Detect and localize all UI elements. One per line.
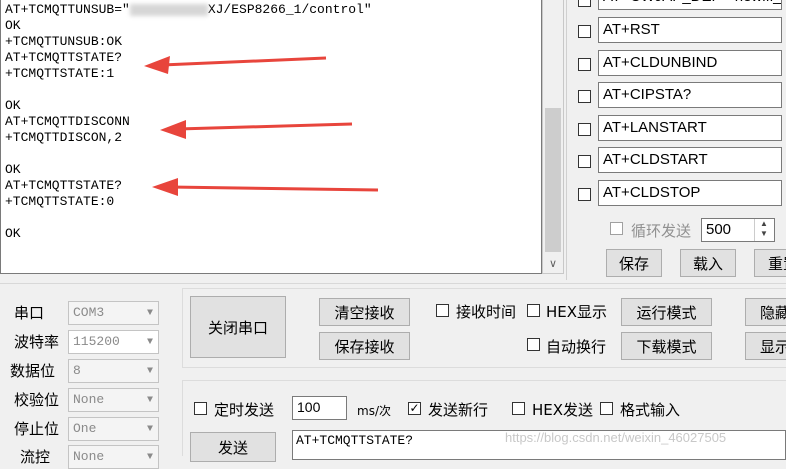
red-arrow-annotation xyxy=(160,120,353,139)
scrollbar-thumb[interactable] xyxy=(545,108,561,252)
receive-line: OK xyxy=(5,98,21,113)
receive-line: +TCMQTTDISCON,2 xyxy=(5,130,123,145)
command-input[interactable]: AT+CLDUNBIND xyxy=(598,50,782,76)
loop-send-label: 循环发送 xyxy=(631,222,692,240)
save-commands-button[interactable]: 保存 xyxy=(606,249,662,277)
auto-wrap-checkbox[interactable] xyxy=(527,338,540,351)
clear-receive-button[interactable]: 清空接收 xyxy=(319,298,410,326)
command-input[interactable]: AT+CLDSTOP xyxy=(598,180,782,206)
databits-select[interactable]: 8 ▼ xyxy=(68,359,159,383)
receive-time-checkbox[interactable] xyxy=(436,304,449,317)
format-input-label: 格式输入 xyxy=(620,401,681,419)
command-checkbox[interactable] xyxy=(578,90,591,103)
reset-commands-button[interactable]: 重置 xyxy=(754,249,786,277)
baud-select[interactable]: 115200 ▼ xyxy=(68,330,159,354)
hide-button[interactable]: 隐藏 xyxy=(745,298,786,326)
command-checkbox[interactable] xyxy=(578,58,591,71)
red-arrow-annotation xyxy=(152,178,379,196)
hex-send-checkbox[interactable] xyxy=(512,402,525,415)
flowcontrol-select[interactable]: None ▼ xyxy=(68,445,159,469)
scroll-down-icon[interactable]: ∨ xyxy=(542,252,564,274)
chevron-down-icon: ▼ xyxy=(146,424,153,435)
receive-line: AT+TCMQTTSTATE? xyxy=(5,178,123,193)
command-input[interactable]: AT+LANSTART xyxy=(598,115,782,141)
receive-line: AT+TCMQTTUNSUB=" XJ/ESP8266_1/control" xyxy=(5,2,372,17)
watermark: https://blog.csdn.net/weixin_46027505 xyxy=(505,430,727,445)
period-unit-label: ms/次 xyxy=(357,404,391,418)
command-input[interactable]: AT+CLDSTART xyxy=(598,147,782,173)
databits-label: 数据位 xyxy=(10,362,56,380)
red-arrow-annotation xyxy=(144,56,327,74)
receive-line: AT+TCMQTTDISCONN xyxy=(5,114,130,129)
port-select[interactable]: COM3 ▼ xyxy=(68,301,159,325)
port-label: 串口 xyxy=(14,304,45,322)
send-newline-checkbox[interactable]: ✓ xyxy=(408,402,421,415)
receive-line: OK xyxy=(5,162,21,177)
receive-time-label: 接收时间 xyxy=(456,303,517,321)
hex-display-label: HEX显示 xyxy=(546,303,608,321)
timed-send-label: 定时发送 xyxy=(214,401,275,419)
send-period-input[interactable]: 100 xyxy=(292,396,347,420)
chevron-down-icon: ▼ xyxy=(146,366,153,377)
chevron-down-icon: ▼ xyxy=(146,452,153,463)
command-checkbox[interactable] xyxy=(578,155,591,168)
hex-display-checkbox[interactable] xyxy=(527,304,540,317)
redacted-region xyxy=(129,3,208,16)
close-port-button[interactable]: 关闭串口 xyxy=(190,296,286,358)
parity-select[interactable]: None ▼ xyxy=(68,388,159,412)
download-mode-button[interactable]: 下载模式 xyxy=(621,332,712,360)
receive-line: +TCMQTTSTATE:0 xyxy=(5,194,115,209)
command-input[interactable]: AT+CWJAP_DEF="newifi_ xyxy=(598,0,782,10)
panel-divider xyxy=(566,0,567,280)
hex-send-label: HEX发送 xyxy=(532,401,594,419)
command-checkbox[interactable] xyxy=(578,0,591,7)
receive-line: +TCMQTTSTATE:1 xyxy=(5,66,115,81)
command-list: AT+CWJAP_DEF="newifi_ AT+RST AT+CLDUNBIN… xyxy=(570,0,786,210)
receive-line: +TCMQTTUNSUB:OK xyxy=(5,34,123,49)
loop-send-checkbox[interactable] xyxy=(610,222,623,235)
chevron-down-icon: ▼ xyxy=(146,395,153,406)
command-input[interactable]: AT+CIPSTA? xyxy=(598,82,782,108)
auto-wrap-label: 自动换行 xyxy=(546,338,607,356)
format-input-checkbox[interactable] xyxy=(600,402,613,415)
timed-send-checkbox[interactable] xyxy=(194,402,207,415)
stopbits-select[interactable]: One ▼ xyxy=(68,417,159,441)
send-button[interactable]: 发送 xyxy=(190,432,276,462)
stopbits-label: 停止位 xyxy=(14,420,60,438)
parity-label: 校验位 xyxy=(14,391,60,409)
save-receive-button[interactable]: 保存接收 xyxy=(319,332,410,360)
command-checkbox[interactable] xyxy=(578,123,591,136)
chevron-down-icon: ▼ xyxy=(146,308,153,319)
chevron-down-icon: ▼ xyxy=(146,337,153,348)
interval-spinner-icon[interactable]: ▲ ▼ xyxy=(754,219,773,241)
load-commands-button[interactable]: 载入 xyxy=(680,249,736,277)
section-divider xyxy=(0,283,786,284)
show-button[interactable]: 显示 xyxy=(745,332,786,360)
flowcontrol-label: 流控 xyxy=(20,448,51,466)
baud-label: 波特率 xyxy=(14,333,60,351)
command-input[interactable]: AT+RST xyxy=(598,17,782,43)
receive-line: OK xyxy=(5,226,21,241)
receive-line: AT+TCMQTTSTATE? xyxy=(5,50,123,65)
run-mode-button[interactable]: 运行模式 xyxy=(621,298,712,326)
send-newline-label: 发送新行 xyxy=(428,401,489,419)
port-settings-panel: 串口 COM3 ▼ 波特率 115200 ▼ 数据位 8 ▼ 校验位 None ▼ 停止… xyxy=(0,290,180,469)
receive-line: OK xyxy=(5,18,21,33)
command-checkbox[interactable] xyxy=(578,25,591,38)
command-checkbox[interactable] xyxy=(578,188,591,201)
